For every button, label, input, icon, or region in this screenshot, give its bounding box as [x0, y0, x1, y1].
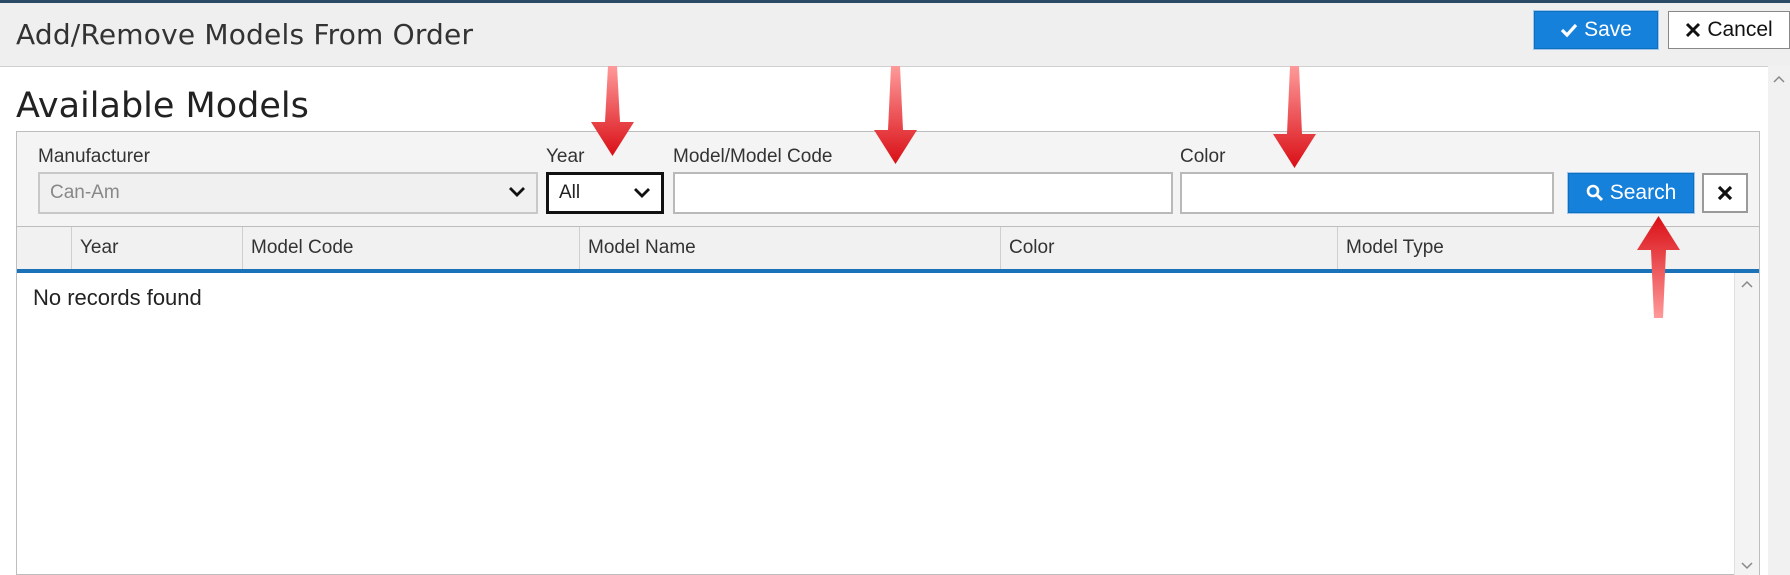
scroll-up-icon[interactable] — [1741, 279, 1753, 289]
page-scrollbar[interactable] — [1768, 66, 1790, 575]
model-code-input[interactable] — [673, 172, 1173, 214]
year-label: Year — [546, 146, 585, 167]
model-code-label: Model/Model Code — [673, 146, 833, 167]
cancel-button-label: Cancel — [1707, 18, 1773, 41]
dialog-title: Add/Remove Models From Order — [16, 18, 474, 51]
annotation-arrow-color — [1273, 66, 1316, 168]
section-title: Available Models — [16, 86, 309, 126]
save-button[interactable]: Save — [1534, 11, 1658, 49]
column-header-model-name[interactable]: Model Name — [580, 227, 1001, 269]
column-header-model-type[interactable]: Model Type — [1338, 227, 1761, 269]
search-button[interactable]: Search — [1568, 173, 1694, 213]
column-header-year[interactable]: Year — [72, 227, 243, 269]
scroll-up-icon[interactable] — [1773, 74, 1785, 84]
annotation-arrow-year — [591, 66, 634, 156]
close-icon — [1686, 22, 1701, 38]
chevron-down-icon — [634, 188, 650, 198]
annotation-arrow-model-code — [874, 66, 917, 164]
cancel-button[interactable]: Cancel — [1668, 11, 1790, 49]
search-button-label: Search — [1609, 181, 1677, 204]
empty-message: No records found — [33, 285, 202, 310]
clear-filters-button[interactable] — [1702, 173, 1748, 213]
save-button-label: Save — [1584, 18, 1632, 41]
check-icon — [1560, 23, 1578, 38]
chevron-down-icon — [509, 187, 525, 197]
year-select[interactable]: All — [546, 172, 664, 214]
color-input[interactable] — [1180, 172, 1554, 214]
manufacturer-value: Can-Am — [50, 182, 120, 203]
manufacturer-select[interactable]: Can-Am — [38, 172, 538, 214]
search-icon — [1586, 184, 1603, 202]
scroll-down-icon[interactable] — [1741, 561, 1753, 571]
column-header-select[interactable] — [17, 227, 72, 269]
column-header-color[interactable]: Color — [1001, 227, 1338, 269]
column-header-model-code[interactable]: Model Code — [243, 227, 580, 269]
color-label: Color — [1180, 146, 1226, 167]
year-value: All — [559, 182, 581, 203]
manufacturer-label: Manufacturer — [38, 146, 150, 167]
clear-x-icon — [1717, 185, 1733, 201]
grid-header: Year Model Code Model Name Color Model T… — [17, 227, 1759, 273]
models-grid: Year Model Code Model Name Color Model T… — [16, 227, 1760, 575]
dialog-header: Add/Remove Models From Order — [0, 3, 1790, 67]
grid-scrollbar[interactable] — [1734, 273, 1759, 575]
annotation-arrow-search — [1637, 216, 1680, 318]
